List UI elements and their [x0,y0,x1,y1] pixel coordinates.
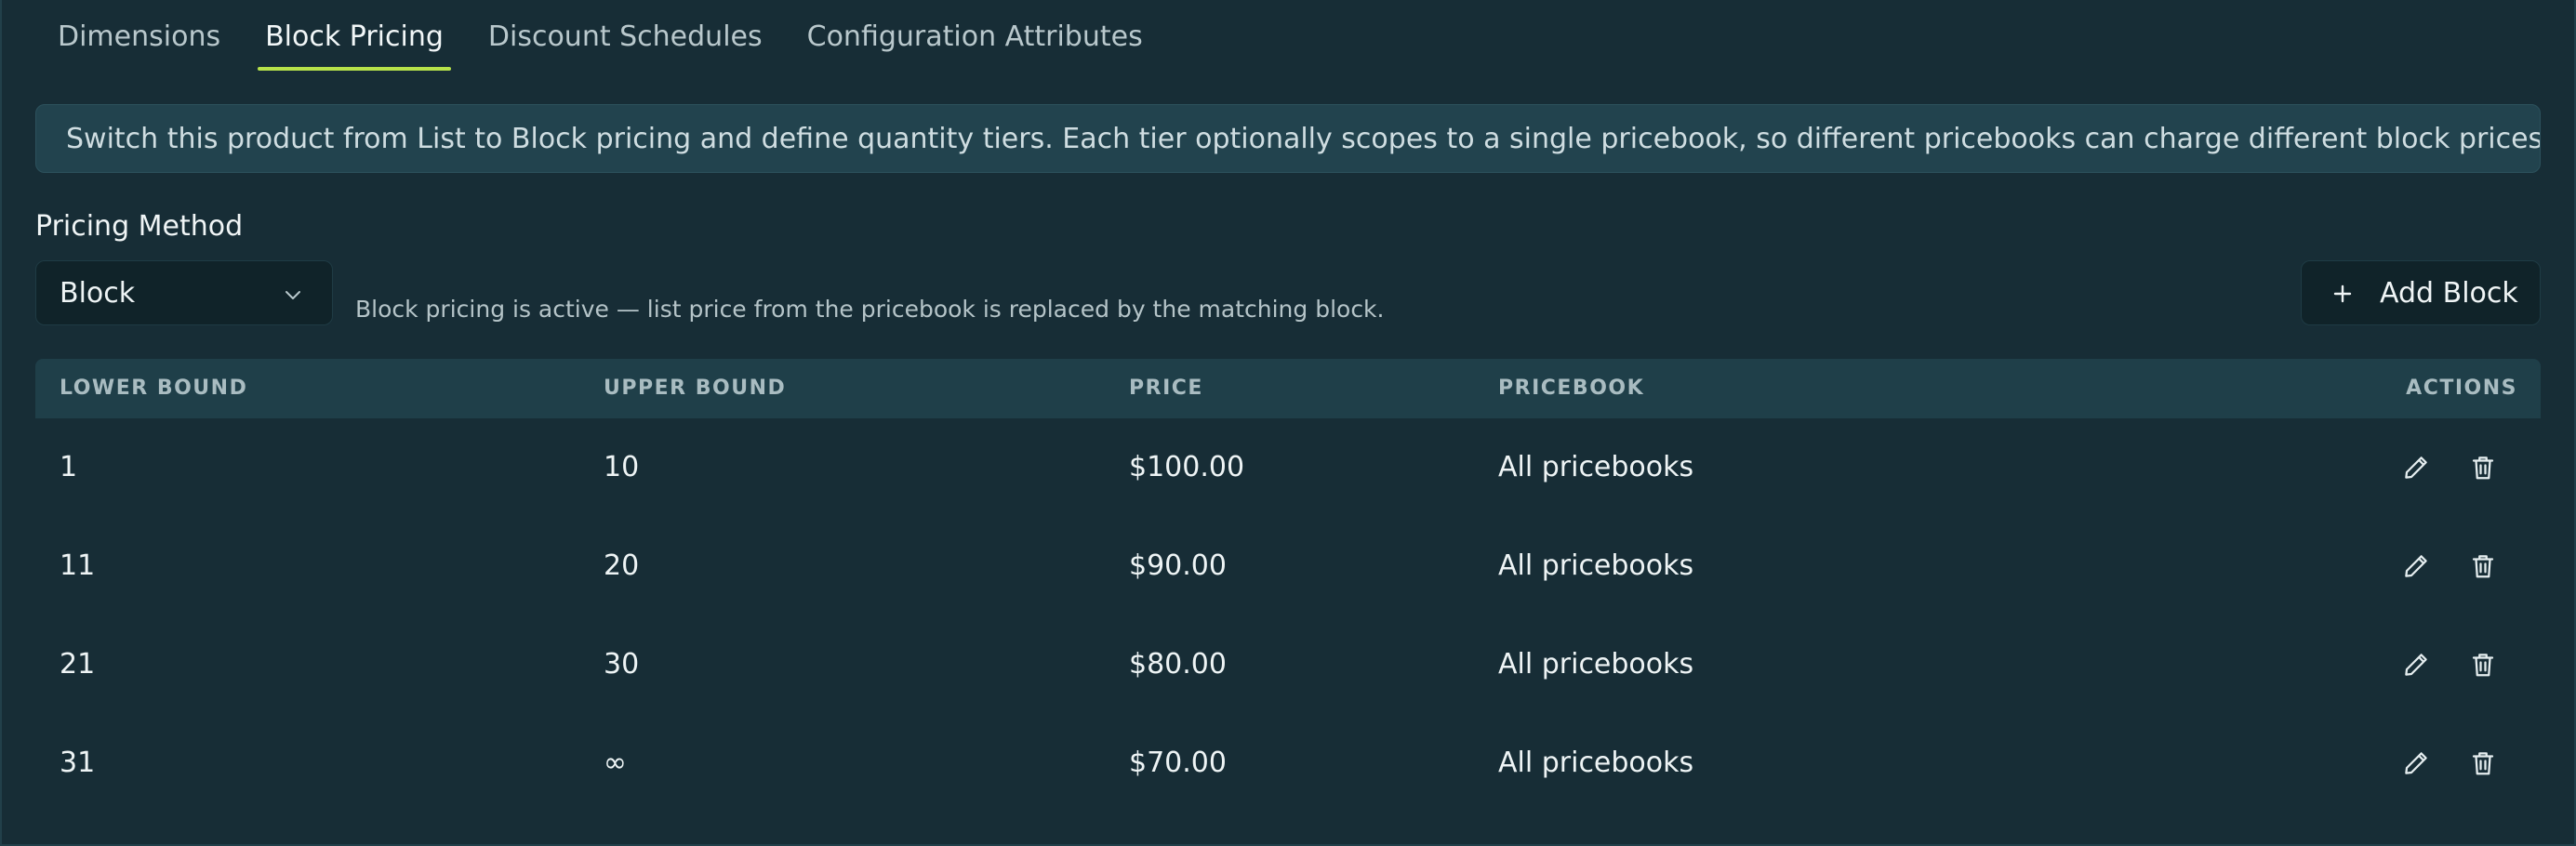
pricing-method-label: Pricing Method [35,210,244,243]
pencil-icon[interactable] [2402,749,2430,777]
pencil-icon[interactable] [2402,552,2430,580]
block-tiers-table: LOWER BOUND UPPER BOUND PRICE PRICEBOOK … [35,359,2541,813]
cell-price: $80.00 [1129,648,1227,681]
pencil-icon[interactable] [2402,454,2430,482]
cell-price: $90.00 [1129,549,1227,582]
pricing-method-select[interactable]: Block [35,260,333,325]
header-actions: ACTIONS [2406,377,2517,400]
info-banner: Switch this product from List to Block p… [35,104,2541,173]
table-row: 31 ∞ $70.00 All pricebooks [35,714,2541,813]
cell-upper-bound: 30 [604,648,640,681]
trash-icon[interactable] [2469,454,2497,482]
header-lower-bound[interactable]: LOWER BOUND [60,359,247,418]
tab-discount-schedules[interactable]: Discount Schedules [466,0,785,73]
header-price[interactable]: PRICE [1129,359,1203,418]
cell-lower-bound: 11 [60,549,96,582]
trash-icon[interactable] [2469,552,2497,580]
header-pricebook[interactable]: PRICEBOOK [1498,359,1644,418]
cell-lower-bound: 31 [60,747,96,779]
cell-upper-bound: 20 [604,549,640,582]
tab-block-pricing[interactable]: Block Pricing [243,0,466,73]
cell-pricebook: All pricebooks [1498,648,1694,681]
tab-dimensions[interactable]: Dimensions [35,0,243,73]
tab-bar: Dimensions Block Pricing Discount Schedu… [35,0,1165,73]
cell-lower-bound: 21 [60,648,96,681]
plus-icon [2333,284,2352,303]
pricing-method-helper-text: Block pricing is active — list price fro… [355,296,1385,323]
trash-icon[interactable] [2469,749,2497,777]
table-row: 1 10 $100.00 All pricebooks [35,418,2541,517]
cell-pricebook: All pricebooks [1498,451,1694,483]
cell-lower-bound: 1 [60,451,78,483]
cell-upper-bound: ∞ [604,747,627,779]
table-row: 21 30 $80.00 All pricebooks [35,615,2541,714]
tab-configuration-attributes[interactable]: Configuration Attributes [785,0,1165,73]
cell-pricebook: All pricebooks [1498,747,1694,779]
trash-icon[interactable] [2469,651,2497,679]
pencil-icon[interactable] [2402,651,2430,679]
add-block-button[interactable]: Add Block [2301,260,2541,325]
cell-price: $100.00 [1129,451,1245,483]
table-row: 11 20 $90.00 All pricebooks [35,517,2541,615]
header-upper-bound[interactable]: UPPER BOUND [604,359,786,418]
table-header: LOWER BOUND UPPER BOUND PRICE PRICEBOOK … [35,359,2541,418]
cell-price: $70.00 [1129,747,1227,779]
add-block-label: Add Block [2380,277,2518,310]
cell-upper-bound: 10 [604,451,640,483]
pricing-method-value: Block [60,277,136,310]
chevron-down-icon [282,284,304,306]
cell-pricebook: All pricebooks [1498,549,1694,582]
block-pricing-panel: Dimensions Block Pricing Discount Schedu… [0,0,2576,846]
